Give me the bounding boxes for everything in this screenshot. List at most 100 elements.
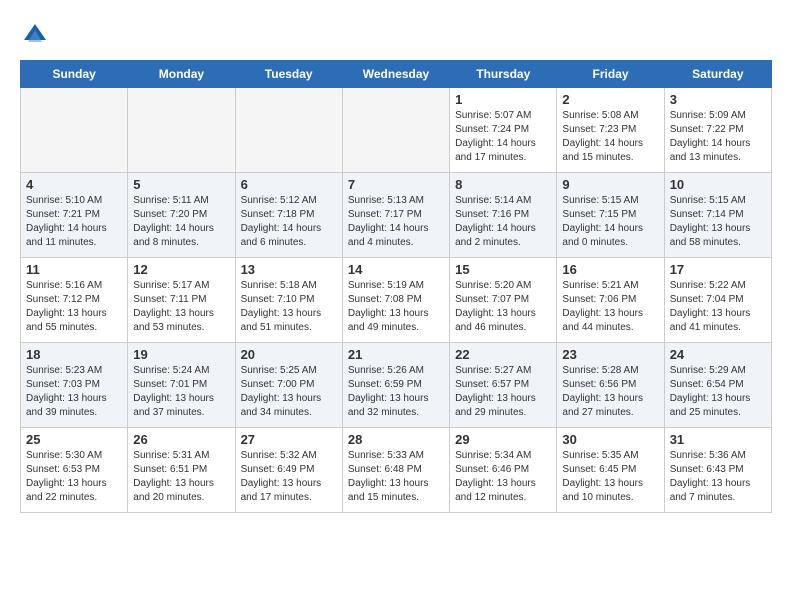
day-number: 12 <box>133 262 229 277</box>
day-info: Sunrise: 5:11 AM Sunset: 7:20 PM Dayligh… <box>133 194 229 250</box>
day-number: 6 <box>241 177 337 192</box>
calendar-day-cell: 16 Sunrise: 5:21 AM Sunset: 7:06 PM Dayli… <box>557 258 664 343</box>
day-number: 22 <box>455 347 551 362</box>
day-info: Sunrise: 5:33 AM Sunset: 6:48 PM Dayligh… <box>348 449 444 505</box>
day-info: Sunrise: 5:31 AM Sunset: 6:51 PM Dayligh… <box>133 449 229 505</box>
day-info: Sunrise: 5:28 AM Sunset: 6:56 PM Dayligh… <box>562 364 658 420</box>
calendar-week-row: 4Sunrise: 5:10 AM Sunset: 7:21 PM Daylig… <box>21 173 772 258</box>
calendar-day-cell: 3 Sunrise: 5:09 AM Sunset: 7:22 PM Daylig… <box>664 88 771 173</box>
page-header <box>20 20 772 50</box>
calendar-day-cell: 7Sunrise: 5:13 AM Sunset: 7:17 PM Daylig… <box>342 173 449 258</box>
day-number: 1 <box>455 92 551 107</box>
calendar-day-cell: 19 Sunrise: 5:24 AM Sunset: 7:01 PM Dayli… <box>128 343 235 428</box>
calendar-day-cell: 28 Sunrise: 5:33 AM Sunset: 6:48 PM Dayli… <box>342 428 449 513</box>
day-number: 11 <box>26 262 122 277</box>
header-saturday: Saturday <box>664 61 771 88</box>
header-thursday: Thursday <box>450 61 557 88</box>
day-info: Sunrise: 5:20 AM Sunset: 7:07 PM Dayligh… <box>455 279 551 335</box>
logo-icon <box>20 20 50 50</box>
calendar-day-cell: 2 Sunrise: 5:08 AM Sunset: 7:23 PM Daylig… <box>557 88 664 173</box>
calendar-day-cell: 31 Sunrise: 5:36 AM Sunset: 6:43 PM Dayli… <box>664 428 771 513</box>
day-info: Sunrise: 5:21 AM Sunset: 7:06 PM Dayligh… <box>562 279 658 335</box>
calendar-day-cell: 9 Sunrise: 5:15 AM Sunset: 7:15 PM Daylig… <box>557 173 664 258</box>
day-info: Sunrise: 5:17 AM Sunset: 7:11 PM Dayligh… <box>133 279 229 335</box>
calendar-day-cell: 15 Sunrise: 5:20 AM Sunset: 7:07 PM Dayli… <box>450 258 557 343</box>
calendar-day-cell: 21 Sunrise: 5:26 AM Sunset: 6:59 PM Dayli… <box>342 343 449 428</box>
days-header-row: Sunday Monday Tuesday Wednesday Thursday… <box>21 61 772 88</box>
calendar-day-cell: 25 Sunrise: 5:30 AM Sunset: 6:53 PM Dayli… <box>21 428 128 513</box>
day-number: 10 <box>670 177 766 192</box>
day-info: Sunrise: 5:07 AM Sunset: 7:24 PM Dayligh… <box>455 109 551 165</box>
day-number: 4 <box>26 177 122 192</box>
calendar-day-cell: 27Sunrise: 5:32 AM Sunset: 6:49 PM Dayli… <box>235 428 342 513</box>
calendar-day-cell: 30 Sunrise: 5:35 AM Sunset: 6:45 PM Dayli… <box>557 428 664 513</box>
calendar-day-cell: 1 Sunrise: 5:07 AM Sunset: 7:24 PM Daylig… <box>450 88 557 173</box>
day-number: 29 <box>455 432 551 447</box>
calendar-day-cell <box>235 88 342 173</box>
day-number: 16 <box>562 262 658 277</box>
day-info: Sunrise: 5:15 AM Sunset: 7:15 PM Dayligh… <box>562 194 658 250</box>
day-info: Sunrise: 5:14 AM Sunset: 7:16 PM Dayligh… <box>455 194 551 250</box>
day-number: 2 <box>562 92 658 107</box>
day-info: Sunrise: 5:09 AM Sunset: 7:22 PM Dayligh… <box>670 109 766 165</box>
day-number: 8 <box>455 177 551 192</box>
calendar-week-row: 25 Sunrise: 5:30 AM Sunset: 6:53 PM Dayli… <box>21 428 772 513</box>
day-number: 18 <box>26 347 122 362</box>
day-number: 23 <box>562 347 658 362</box>
day-number: 17 <box>670 262 766 277</box>
day-info: Sunrise: 5:23 AM Sunset: 7:03 PM Dayligh… <box>26 364 122 420</box>
day-info: Sunrise: 5:36 AM Sunset: 6:43 PM Dayligh… <box>670 449 766 505</box>
day-number: 5 <box>133 177 229 192</box>
day-info: Sunrise: 5:35 AM Sunset: 6:45 PM Dayligh… <box>562 449 658 505</box>
day-info: Sunrise: 5:34 AM Sunset: 6:46 PM Dayligh… <box>455 449 551 505</box>
day-info: Sunrise: 5:22 AM Sunset: 7:04 PM Dayligh… <box>670 279 766 335</box>
header-tuesday: Tuesday <box>235 61 342 88</box>
calendar-day-cell <box>342 88 449 173</box>
day-info: Sunrise: 5:29 AM Sunset: 6:54 PM Dayligh… <box>670 364 766 420</box>
day-number: 30 <box>562 432 658 447</box>
day-info: Sunrise: 5:30 AM Sunset: 6:53 PM Dayligh… <box>26 449 122 505</box>
calendar-day-cell: 26Sunrise: 5:31 AM Sunset: 6:51 PM Dayli… <box>128 428 235 513</box>
calendar-week-row: 11Sunrise: 5:16 AM Sunset: 7:12 PM Dayli… <box>21 258 772 343</box>
calendar-week-row: 18 Sunrise: 5:23 AM Sunset: 7:03 PM Dayli… <box>21 343 772 428</box>
calendar-day-cell: 8 Sunrise: 5:14 AM Sunset: 7:16 PM Daylig… <box>450 173 557 258</box>
calendar-day-cell <box>21 88 128 173</box>
day-number: 20 <box>241 347 337 362</box>
calendar-day-cell: 5 Sunrise: 5:11 AM Sunset: 7:20 PM Daylig… <box>128 173 235 258</box>
day-number: 19 <box>133 347 229 362</box>
day-info: Sunrise: 5:15 AM Sunset: 7:14 PM Dayligh… <box>670 194 766 250</box>
calendar-day-cell: 11Sunrise: 5:16 AM Sunset: 7:12 PM Dayli… <box>21 258 128 343</box>
day-number: 21 <box>348 347 444 362</box>
day-info: Sunrise: 5:13 AM Sunset: 7:17 PM Dayligh… <box>348 194 444 250</box>
day-info: Sunrise: 5:26 AM Sunset: 6:59 PM Dayligh… <box>348 364 444 420</box>
day-number: 3 <box>670 92 766 107</box>
day-info: Sunrise: 5:19 AM Sunset: 7:08 PM Dayligh… <box>348 279 444 335</box>
day-number: 25 <box>26 432 122 447</box>
calendar-day-cell: 4Sunrise: 5:10 AM Sunset: 7:21 PM Daylig… <box>21 173 128 258</box>
calendar-day-cell: 13Sunrise: 5:18 AM Sunset: 7:10 PM Dayli… <box>235 258 342 343</box>
day-number: 9 <box>562 177 658 192</box>
day-info: Sunrise: 5:18 AM Sunset: 7:10 PM Dayligh… <box>241 279 337 335</box>
header-friday: Friday <box>557 61 664 88</box>
day-info: Sunrise: 5:24 AM Sunset: 7:01 PM Dayligh… <box>133 364 229 420</box>
header-monday: Monday <box>128 61 235 88</box>
day-number: 15 <box>455 262 551 277</box>
header-wednesday: Wednesday <box>342 61 449 88</box>
day-info: Sunrise: 5:08 AM Sunset: 7:23 PM Dayligh… <box>562 109 658 165</box>
calendar-day-cell: 24Sunrise: 5:29 AM Sunset: 6:54 PM Dayli… <box>664 343 771 428</box>
calendar-day-cell: 17 Sunrise: 5:22 AM Sunset: 7:04 PM Dayli… <box>664 258 771 343</box>
calendar-day-cell: 20Sunrise: 5:25 AM Sunset: 7:00 PM Dayli… <box>235 343 342 428</box>
calendar-week-row: 1 Sunrise: 5:07 AM Sunset: 7:24 PM Daylig… <box>21 88 772 173</box>
day-info: Sunrise: 5:12 AM Sunset: 7:18 PM Dayligh… <box>241 194 337 250</box>
calendar-day-cell: 29 Sunrise: 5:34 AM Sunset: 6:46 PM Dayli… <box>450 428 557 513</box>
calendar-day-cell <box>128 88 235 173</box>
calendar-day-cell: 18 Sunrise: 5:23 AM Sunset: 7:03 PM Dayli… <box>21 343 128 428</box>
calendar-day-cell: 22Sunrise: 5:27 AM Sunset: 6:57 PM Dayli… <box>450 343 557 428</box>
day-number: 28 <box>348 432 444 447</box>
day-number: 14 <box>348 262 444 277</box>
logo <box>20 20 54 50</box>
calendar-day-cell: 6 Sunrise: 5:12 AM Sunset: 7:18 PM Daylig… <box>235 173 342 258</box>
calendar-day-cell: 10 Sunrise: 5:15 AM Sunset: 7:14 PM Dayli… <box>664 173 771 258</box>
day-number: 31 <box>670 432 766 447</box>
calendar-day-cell: 14 Sunrise: 5:19 AM Sunset: 7:08 PM Dayli… <box>342 258 449 343</box>
